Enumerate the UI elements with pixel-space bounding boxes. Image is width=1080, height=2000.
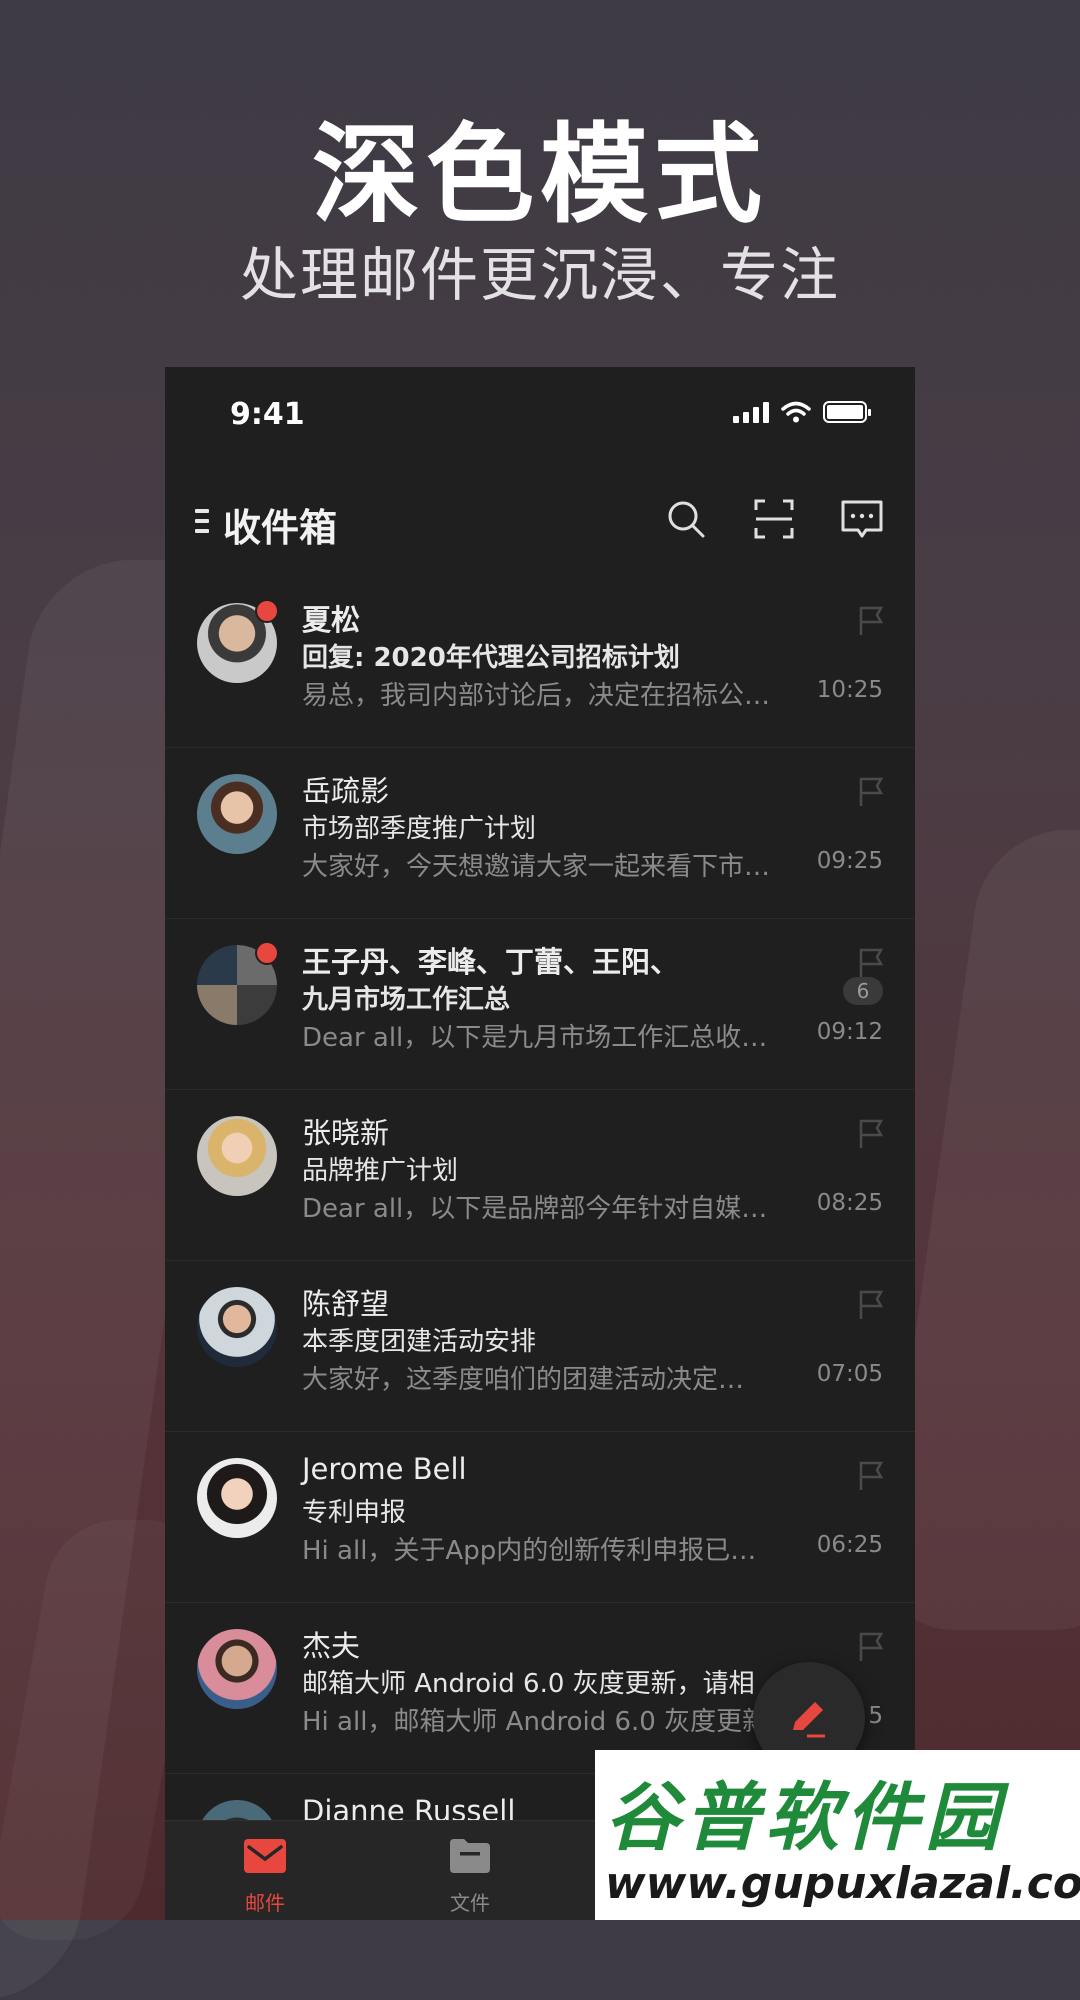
mail-item[interactable]: 陈舒望 本季度团建活动安排 大家好，这季度咱们的团建活动决定… 07:05 (165, 1261, 915, 1432)
mail-item[interactable]: 张晓新 品牌推广计划 Dear all，以下是品牌部今年针对自媒… 08:25 (165, 1090, 915, 1261)
mail-preview: Dear all，以下是九月市场工作汇总收… (302, 1023, 768, 1053)
watermark: 谷普软件园 www.gupuxlazal.com (595, 1750, 1080, 1920)
flag-icon[interactable] (857, 605, 885, 637)
watermark-url: www.gupuxlazal.com (605, 1858, 1080, 1909)
scan-icon[interactable] (750, 495, 798, 543)
mail-item[interactable]: 王子丹、李峰、丁蕾、王阳、 九月市场工作汇总 Dear all，以下是九月市场工… (165, 919, 915, 1090)
inbox-header: 收件箱 (165, 467, 915, 577)
mail-time: 08:25 (816, 1190, 883, 1216)
hero-subtitle: 处理邮件更沉浸、专注 (239, 241, 840, 309)
avatar (197, 1116, 277, 1196)
pencil-icon (793, 1702, 825, 1738)
mail-sender: Jerome Bell (302, 1452, 467, 1486)
status-time: 9:41 (230, 397, 305, 432)
tab-files-label: 文件 (450, 1891, 490, 1915)
mail-subject: 市场部季度推广计划 (302, 814, 537, 844)
mail-preview: 大家好，今天想邀请大家一起来看下市… (302, 852, 771, 882)
mail-sender: 陈舒望 (302, 1287, 390, 1321)
avatar (197, 1629, 277, 1709)
status-bar: 9:41 (165, 367, 915, 467)
mail-time: 09:25 (816, 848, 883, 874)
mail-time: 10:25 (816, 677, 883, 703)
status-icons (733, 401, 871, 423)
wifi-icon (781, 401, 811, 423)
mail-time: 07:05 (816, 1361, 883, 1387)
tab-mail[interactable]: 邮件 (165, 1821, 365, 1920)
flag-icon[interactable] (857, 1460, 885, 1492)
avatar (197, 774, 277, 854)
folder-icon (450, 1839, 490, 1873)
unread-dot (255, 941, 279, 965)
mail-time: 5 (868, 1703, 883, 1729)
tab-mail-label: 邮件 (245, 1891, 285, 1915)
mail-sender: 夏松 (302, 603, 361, 637)
watermark-title: 谷普软件园 (605, 1775, 1005, 1861)
flag-icon[interactable] (857, 1289, 885, 1321)
mail-preview: 大家好，这季度咱们的团建活动决定… (302, 1365, 745, 1395)
mail-subject: 专利申报 (302, 1498, 407, 1528)
search-icon[interactable] (662, 495, 710, 543)
avatar (197, 1458, 277, 1538)
mail-item[interactable]: 岳疏影 市场部季度推广计划 大家好，今天想邀请大家一起来看下市… 09:25 (165, 748, 915, 919)
unread-dot (255, 599, 279, 623)
mail-sender: 杰夫 (302, 1629, 361, 1663)
mail-sender: 张晓新 (302, 1116, 390, 1150)
inbox-title: 收件箱 (223, 506, 338, 550)
flag-icon[interactable] (857, 1118, 885, 1150)
mail-subject: 九月市场工作汇总 (302, 985, 511, 1015)
phone-screen: 9:41 收件箱 夏松 回复: 2020年代理公司招标计划 易总，我司内部讨论后… (165, 367, 915, 1920)
flag-icon[interactable] (857, 1631, 885, 1663)
signal-icon (733, 401, 769, 423)
mail-preview: Hi all，关于App内的创新传利申报已… (302, 1536, 757, 1566)
mail-preview: Hi all，邮箱大师 Android 6.0 灰度更新 (302, 1707, 769, 1737)
chat-icon[interactable] (838, 495, 886, 543)
mail-item[interactable]: Jerome Bell 专利申报 Hi all，关于App内的创新传利申报已… … (165, 1432, 915, 1603)
mail-subject: 回复: 2020年代理公司招标计划 (302, 643, 680, 673)
mail-subject: 邮箱大师 Android 6.0 灰度更新，请相 (302, 1669, 755, 1699)
mail-preview: Dear all，以下是品牌部今年针对自媒… (302, 1194, 768, 1224)
mail-subject: 本季度团建活动安排 (302, 1327, 537, 1357)
hero-title: 深色模式 (311, 113, 768, 238)
tab-files[interactable]: 文件 (370, 1821, 570, 1920)
avatar (197, 1287, 277, 1367)
thread-count-badge: 6 (843, 977, 883, 1005)
mail-preview: 易总，我司内部讨论后，决定在招标公… (302, 681, 771, 711)
menu-icon[interactable] (195, 509, 209, 535)
mail-time: 09:12 (816, 1019, 883, 1045)
flag-icon[interactable] (857, 776, 885, 808)
mail-sender: 岳疏影 (302, 774, 390, 808)
mail-subject: 品牌推广计划 (302, 1156, 459, 1186)
battery-icon (823, 401, 871, 423)
mail-time: 06:25 (816, 1532, 883, 1558)
flag-icon[interactable] (857, 947, 885, 979)
mail-sender: 王子丹、李峰、丁蕾、王阳、 (302, 945, 680, 979)
mail-icon (244, 1839, 286, 1873)
mail-item[interactable]: 夏松 回复: 2020年代理公司招标计划 易总，我司内部讨论后，决定在招标公… … (165, 577, 915, 748)
